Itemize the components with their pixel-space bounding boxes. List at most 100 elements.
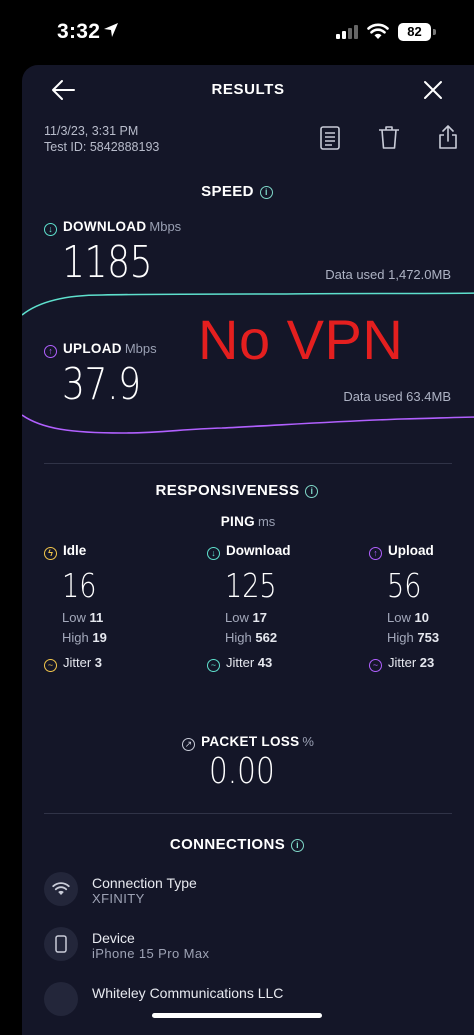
idle-ping-value: 16 [62,566,97,605]
notes-icon[interactable] [320,126,340,150]
phone-icon [55,935,67,953]
cellular-signal-icon [336,25,358,39]
location-arrow-icon [104,23,118,37]
status-time: 3:32 [57,20,101,43]
ping-unit: ms [257,514,276,529]
download-jitter-value: 43 [257,655,273,670]
info-icon[interactable]: i [291,839,305,852]
download-ping-header: ↓ Download [207,543,291,560]
idle-jitter: ~ Jitter 3 [44,655,107,672]
speed-section-title: SPEED i [22,183,452,200]
section-divider [44,463,452,464]
packet-loss-label: ↗ PACKET LOSS% [22,733,474,751]
packet-loss-label-text: PACKET LOSS [201,734,300,749]
upload-low-value: 10 [414,610,429,625]
trash-icon[interactable] [378,125,400,150]
speed-title-text: SPEED [201,183,254,200]
idle-low: Low 11 [62,610,107,625]
ping-idle-column: ϟ Idle 16 Low 11 High 19 ~ Jitter 3 [44,543,107,672]
high-label: High [225,630,252,645]
upload-jitter: ~ Jitter 23 [369,655,439,672]
test-datetime: 11/3/23, 3:31 PM [44,124,139,138]
connection-type-value: XFINITY [92,891,145,906]
jitter-wave-icon: ~ [207,659,220,672]
download-label-text: DOWNLOAD [63,219,147,234]
device-value: iPhone 15 Pro Max [92,946,210,961]
test-id: Test ID: 5842888193 [44,140,160,154]
close-icon[interactable] [423,80,443,100]
high-label: High [62,630,89,645]
upload-high: High 753 [387,630,439,645]
low-label: Low [387,610,411,625]
isp-label: Whiteley Communications LLC [92,985,284,1001]
download-data-used: Data used 1,472.0MB [325,267,451,282]
upload-ping-header: ↑ Upload [369,543,439,560]
upload-label: ↑ UPLOAD Mbps [44,340,157,358]
high-label: High [387,630,414,645]
download-speed-value: 1185 [62,237,153,288]
low-label: Low [225,610,249,625]
download-high: High 562 [225,630,291,645]
page-title: RESULTS [211,81,285,98]
jitter-label: Jitter [226,655,255,670]
upload-low: Low 10 [387,610,439,625]
jitter-label: Jitter [388,655,417,670]
idle-header: ϟ Idle [44,543,107,560]
download-arrow-icon: ↓ [44,223,57,236]
ping-upload-column: ↑ Upload 56 Low 10 High 753 ~ Jitter 23 [369,543,439,672]
wifi-icon [367,23,389,39]
ping-label: PING ms [22,513,474,531]
upload-data-used: Data used 63.4MB [343,389,451,404]
ping-label-text: PING [220,514,255,529]
download-low-value: 17 [252,610,267,625]
idle-icon: ϟ [44,547,57,560]
idle-high: High 19 [62,630,107,645]
share-icon[interactable] [438,124,458,150]
upload-speed-graph [22,414,474,434]
download-arrow-icon: ↓ [207,547,220,560]
responsiveness-title-text: RESPONSIVENESS [155,482,300,499]
status-bar: 3:32 82 [0,0,474,62]
packet-loss-value: 0.00 [209,751,275,792]
ping-download-column: ↓ Download 125 Low 17 High 562 ~ Jitter 43 [207,543,291,672]
home-indicator[interactable] [152,1013,322,1018]
battery-indicator: 82 [398,23,431,41]
download-unit: Mbps [149,219,182,234]
upload-arrow-icon: ↑ [44,345,57,358]
jitter-label: Jitter [63,655,92,670]
device-label: Device [92,930,135,946]
device-icon-bg [44,927,78,961]
download-high-value: 562 [255,630,278,645]
connection-type-icon-bg [44,872,78,906]
low-label: Low [62,610,86,625]
download-jitter: ~ Jitter 43 [207,655,291,672]
connections-section-title: CONNECTIONS i [22,836,452,853]
info-icon[interactable]: i [305,485,319,498]
jitter-wave-icon: ~ [369,659,382,672]
download-ping-label: Download [226,543,291,558]
download-low: Low 17 [225,610,291,625]
download-ping-value: 125 [225,566,277,605]
isp-icon-bg [44,982,78,1016]
connection-type-label: Connection Type [92,875,197,891]
section-divider [44,813,452,814]
download-label: ↓ DOWNLOAD Mbps [44,218,181,236]
upload-high-value: 753 [417,630,440,645]
results-sheet: RESULTS 11/3/23, 3:31 PM Test ID: 584288… [22,65,474,1035]
upload-unit: Mbps [124,341,157,356]
wifi-icon [52,882,70,895]
upload-ping-value: 56 [387,566,422,605]
battery-nub [433,29,436,35]
responsiveness-section-title: RESPONSIVENESS i [22,482,452,499]
info-icon[interactable]: i [259,186,273,199]
no-vpn-overlay: No VPN [198,308,404,371]
upload-label-text: UPLOAD [63,341,122,356]
packet-loss-icon: ↗ [182,738,196,751]
upload-speed-value: 37.9 [62,359,141,410]
upload-arrow-icon: ↑ [369,547,382,560]
idle-high-value: 19 [92,630,107,645]
idle-jitter-value: 3 [94,655,103,670]
packet-loss-unit: % [302,734,314,749]
idle-low-value: 11 [89,610,104,625]
jitter-wave-icon: ~ [44,659,57,672]
